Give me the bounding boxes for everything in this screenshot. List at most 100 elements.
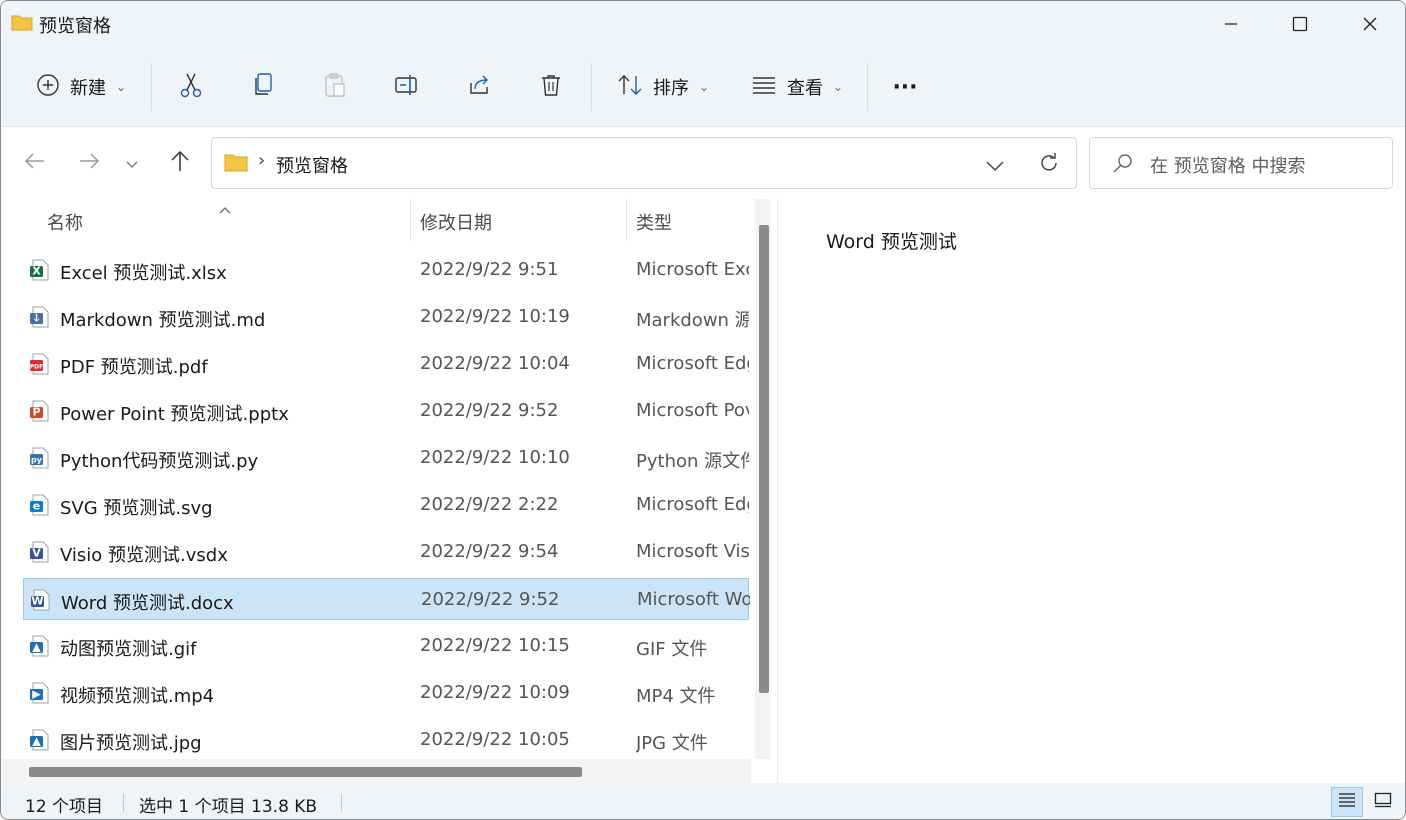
share-icon [467,73,491,102]
vertical-scrollbar-thumb[interactable] [759,225,769,693]
file-name: Python代码预览测试.py [60,451,259,472]
forward-button[interactable] [71,145,107,181]
status-divider [123,794,124,812]
file-type: Python 源文件 [636,451,749,472]
column-header-type[interactable]: 类型 [636,199,672,241]
file-type: MP4 文件 [636,686,716,707]
file-type: GIF 文件 [636,639,708,660]
image-file-icon: ▲ [29,635,51,657]
svg-text:V: V [32,547,41,560]
horizontal-scrollbar-thumb[interactable] [29,767,582,777]
file-name: SVG 预览测试.svg [60,498,213,519]
edge-icon: e [29,494,51,516]
column-header-name[interactable]: 名称 [47,199,83,241]
toolbar-divider [151,63,152,111]
svg-text:py: py [31,456,43,465]
date-modified: 2022/9/22 9:52 [421,589,560,610]
file-name: 图片预览测试.jpg [60,733,202,754]
chevron-down-icon [126,153,138,174]
copy-button[interactable] [241,65,285,109]
column-divider[interactable] [626,199,627,241]
title-bar: 预览窗格 [1,1,1405,47]
rename-button[interactable] [385,65,429,109]
file-row[interactable]: ▶ 视频预览测试.mp4 2022/9/22 10:09 MP4 文件 [23,672,749,714]
search-icon [1112,152,1134,179]
file-row[interactable]: ↓ Markdown 预览测试.md 2022/9/22 10:19 Markdown… [23,296,749,338]
column-header-date[interactable]: 修改日期 [420,199,492,241]
file-row[interactable]: X Excel 预览测试.xlsx 2022/9/22 9:51 Microsoft … [23,249,749,291]
new-button[interactable]: 新建 ⌄ [31,65,131,109]
chevron-down-icon: ⌄ [698,80,710,94]
date-modified: 2022/9/22 10:19 [420,306,570,327]
status-bar: 12 个项目 选中 1 个项目 13.8 KB [1,783,1405,819]
file-row[interactable]: py Python代码预览测试.py 2022/9/22 10:10 Python 源… [23,437,749,479]
file-name: Word 预览测试.docx [61,593,234,614]
file-name: 视频预览测试.mp4 [60,686,215,707]
view-button[interactable]: 查看 ⌄ [745,65,849,109]
cut-button[interactable] [169,65,213,109]
up-button[interactable] [162,145,198,181]
search-placeholder: 在 预览窗格 中搜索 [1150,156,1306,177]
delete-button[interactable] [529,65,573,109]
file-name: Visio 预览测试.vsdx [60,545,228,566]
command-bar: 新建 ⌄ 排序 ⌄ 查看 ⌄ ··· [1,47,1405,127]
item-count: 12 个项目 [25,797,104,817]
svg-text:PDF: PDF [30,364,43,371]
sort-button[interactable]: 排序 ⌄ [611,65,715,109]
copy-icon [252,72,274,103]
breadcrumb-separator: › [258,150,266,171]
file-type: Microsoft Edg [636,494,749,515]
preview-content: Word 预览测试 [826,231,957,253]
paste-button[interactable] [313,65,357,109]
date-modified: 2022/9/22 10:15 [420,635,570,656]
minimize-button[interactable] [1196,1,1266,47]
back-button[interactable] [17,145,53,181]
pdf-icon: PDF [29,353,51,375]
column-divider[interactable] [410,199,411,241]
file-row[interactable]: e SVG 预览测试.svg 2022/9/22 2:22 Microsoft Edg [23,484,749,526]
arrow-right-icon [78,152,100,175]
large-icons-view-button[interactable] [1367,787,1399,817]
recent-locations-button[interactable] [117,145,147,181]
status-divider [341,794,342,812]
file-row[interactable]: V Visio 预览测试.vsdx 2022/9/22 9:54 Microsoft … [23,531,749,573]
preview-pane: Word 预览测试 [777,199,1405,783]
svg-text:▶: ▶ [32,688,41,701]
more-options-button[interactable]: ··· [885,65,925,109]
refresh-icon[interactable] [1038,152,1060,179]
maximize-button[interactable] [1265,1,1335,47]
file-type: Microsoft Visi [636,541,749,562]
delete-icon [540,73,562,102]
file-name: Markdown 预览测试.md [60,310,266,331]
file-row[interactable]: ▲ 动图预览测试.gif 2022/9/22 10:15 GIF 文件 [23,625,749,667]
share-button[interactable] [457,65,501,109]
file-row[interactable]: P Power Point 预览测试.pptx 2022/9/22 9:52 Micr… [23,390,749,432]
date-modified: 2022/9/22 2:22 [420,494,559,515]
chevron-down-icon: ⌄ [115,80,127,94]
details-view-button[interactable] [1331,787,1363,817]
file-row[interactable]: W Word 预览测试.docx 2022/9/22 9:52 Microsoft W… [23,578,750,620]
file-name: Power Point 预览测试.pptx [60,404,289,425]
file-explorer-window: 预览窗格 新建 ⌄ 排序 ⌄ 查看 ⌄ ··· › 预览窗格 在 预览窗格 中搜… [0,0,1406,820]
address-dropdown-icon[interactable] [986,156,1004,177]
powerpoint-icon: P [29,400,51,422]
svg-text:e: e [33,500,40,513]
file-row[interactable]: PDF PDF 预览测试.pdf 2022/9/22 10:04 Microsoft … [23,343,749,385]
markdown-icon: ↓ [29,306,51,328]
address-bar[interactable]: › 预览窗格 [211,137,1077,189]
plus-circle-icon [36,73,60,102]
file-type: Microsoft Pov [636,400,749,421]
large-icons-view-icon [1374,792,1392,813]
view-button-label: 查看 [786,78,823,99]
folder-icon [11,13,33,36]
search-box[interactable]: 在 预览窗格 中搜索 [1089,137,1393,189]
date-modified: 2022/9/22 9:54 [420,541,559,562]
toolbar-divider [591,63,592,111]
close-button[interactable] [1335,1,1405,47]
file-type: JPG 文件 [636,733,708,754]
breadcrumb-current-folder[interactable]: 预览窗格 [276,152,348,178]
chevron-down-icon: ⌄ [832,80,844,94]
file-row[interactable]: ▲ 图片预览测试.jpg 2022/9/22 10:05 JPG 文件 [23,719,749,761]
arrow-left-icon [24,152,46,175]
file-type: Microsoft Edg [636,353,749,374]
